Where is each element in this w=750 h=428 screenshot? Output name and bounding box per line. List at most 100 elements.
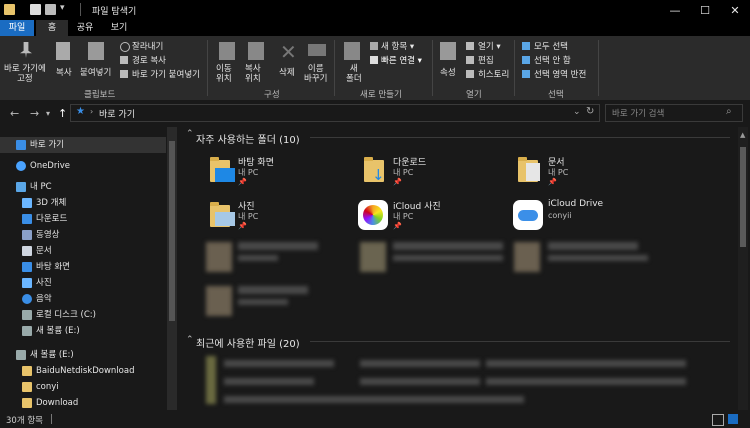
paste-button[interactable]: 붙여넣기 xyxy=(80,66,111,78)
main-scroll-thumb[interactable] xyxy=(740,147,746,247)
sidebar-item-downloads[interactable]: 다운로드 xyxy=(22,211,67,227)
sidebar-label: 로컬 디스크 (C:) xyxy=(36,310,96,320)
new-item-icon xyxy=(370,42,378,50)
photos-flower-icon xyxy=(363,205,383,225)
tab-view[interactable]: 보기 xyxy=(104,20,134,36)
blurred-text xyxy=(238,255,278,261)
new-folder-quick-icon[interactable] xyxy=(45,4,56,15)
status-divider xyxy=(51,414,52,424)
breadcrumb-chevron-icon: › xyxy=(90,107,94,116)
new-folder-button[interactable]: 새 폴더 xyxy=(346,64,362,84)
refresh-icon[interactable]: ↻ xyxy=(586,106,594,117)
blurred-text xyxy=(393,242,503,250)
sidebar-item-desktop[interactable]: 바탕 화면 xyxy=(22,259,70,275)
window-title: 파일 탐색기 xyxy=(92,7,137,17)
blurred-thumbnail xyxy=(514,242,540,272)
blurred-text xyxy=(393,255,503,261)
tab-home[interactable]: 홈 xyxy=(36,20,68,36)
copy-path-button[interactable]: 경로 복사 xyxy=(132,54,166,66)
cut-button[interactable]: 잘라내기 xyxy=(132,40,163,52)
search-box[interactable]: 바로 가기 검색 ⌕ xyxy=(605,104,743,122)
frequent-collapse-chevron-icon[interactable]: ⌃ xyxy=(186,129,194,139)
title-divider xyxy=(80,3,81,16)
up-arrow-icon[interactable]: ↑ xyxy=(58,107,67,120)
scroll-up-arrow-icon[interactable]: ▲ xyxy=(740,131,745,139)
pin-icon xyxy=(20,42,32,58)
ribbon: 바로 가기에 고정 복사 붙여넣기 잘라내기 경로 복사 바로 가기 붙여넣기 … xyxy=(0,36,750,101)
recent-files-header[interactable]: 최근에 사용한 파일 (20) xyxy=(196,335,300,350)
sidebar-item-volume-e[interactable]: 새 볼륨 (E:) xyxy=(22,323,80,339)
quick-access-dropdown-icon[interactable]: ▾ xyxy=(60,3,65,13)
edit-icon xyxy=(466,56,474,64)
sidebar-item-baidu-folder[interactable]: BaiduNetdiskDownload xyxy=(22,363,134,379)
star-icon xyxy=(16,140,26,150)
group-new-label: 새로 만들기 xyxy=(360,90,402,100)
sidebar-item-onedrive[interactable]: OneDrive xyxy=(16,158,70,174)
invert-selection-icon xyxy=(522,70,530,78)
move-to-button[interactable]: 이동 위치 xyxy=(216,64,232,84)
delete-button[interactable]: 삭제 xyxy=(279,66,295,78)
select-none-button[interactable]: 선택 안 함 xyxy=(534,54,571,66)
frequent-folders-header[interactable]: 자주 사용하는 폴더 (10) xyxy=(196,131,300,146)
edit-button[interactable]: 편집 xyxy=(478,54,494,66)
sidebar-item-videos[interactable]: 동영상 xyxy=(22,227,59,243)
sidebar-scrollbar[interactable] xyxy=(167,127,177,410)
invert-selection-button[interactable]: 선택 영역 반전 xyxy=(534,68,586,80)
maximize-button[interactable]: ☐ xyxy=(690,0,720,20)
group-open-label: 열기 xyxy=(466,90,482,100)
properties-quick-icon[interactable] xyxy=(30,4,41,15)
sidebar-label: OneDrive xyxy=(30,161,70,171)
properties-button[interactable]: 속성 xyxy=(440,66,456,78)
sidebar-item-local-disk-c[interactable]: 로컬 디스크 (C:) xyxy=(22,307,96,323)
recent-locations-chevron-icon[interactable]: ▾ xyxy=(46,109,50,118)
copy-to-button[interactable]: 복사 위치 xyxy=(245,64,261,84)
tab-file[interactable]: 파일 xyxy=(0,20,34,36)
blurred-text xyxy=(238,286,308,294)
tab-share[interactable]: 공유 xyxy=(70,20,100,36)
sidebar-item-download-folder[interactable]: Download xyxy=(22,395,78,411)
sidebar-label: 음악 xyxy=(36,294,52,304)
sidebar-item-music[interactable]: 음악 xyxy=(22,291,52,307)
copy-button[interactable]: 복사 xyxy=(56,66,72,78)
recent-collapse-chevron-icon[interactable]: ⌃ xyxy=(186,335,194,345)
tile-icloud-drive-location: conyii xyxy=(548,211,572,220)
sidebar-item-this-pc[interactable]: 내 PC xyxy=(16,179,52,195)
paste-icon xyxy=(88,42,104,60)
address-bar[interactable]: ★ › 바로 가기 ⌄ ↻ xyxy=(70,104,600,122)
close-button[interactable]: ✕ xyxy=(720,0,750,20)
pin-icon: 📌 xyxy=(238,178,247,186)
address-dropdown-icon[interactable]: ⌄ xyxy=(573,107,581,117)
breadcrumb[interactable]: 바로 가기 xyxy=(99,107,135,120)
history-button[interactable]: 히스토리 xyxy=(478,68,509,80)
picture-icon xyxy=(215,212,235,226)
easy-access-button[interactable]: 빠른 연결 ▾ xyxy=(381,54,422,66)
new-item-button[interactable]: 새 항목 ▾ xyxy=(381,40,414,52)
rename-button[interactable]: 이름 바꾸기 xyxy=(304,64,327,84)
sidebar-item-quick-access[interactable]: 바로 가기 xyxy=(16,137,64,153)
sidebar-item-volume-e-root[interactable]: 새 볼륨 (E:) xyxy=(16,347,74,363)
sidebar-label: BaiduNetdiskDownload xyxy=(36,366,135,376)
item-count: 30개 항목 xyxy=(6,416,43,426)
film-icon xyxy=(22,230,32,240)
select-all-button[interactable]: 모두 선택 xyxy=(534,40,568,52)
blurred-file-row xyxy=(224,396,524,403)
large-icons-view-icon[interactable] xyxy=(728,414,738,424)
ribbon-separator xyxy=(334,40,335,96)
delete-icon: ✕ xyxy=(280,40,297,64)
details-view-icon[interactable] xyxy=(712,414,724,426)
sidebar-item-pictures[interactable]: 사진 xyxy=(22,275,52,291)
sidebar-item-documents[interactable]: 문서 xyxy=(22,243,52,259)
forward-arrow-icon[interactable]: → xyxy=(30,107,39,120)
back-arrow-icon[interactable]: ← xyxy=(10,107,19,120)
sidebar-item-3d-objects[interactable]: 3D 개체 xyxy=(22,195,66,211)
music-note-icon xyxy=(22,294,32,304)
tile-icloud-drive-name[interactable]: iCloud Drive xyxy=(548,199,603,209)
sidebar-scroll-thumb[interactable] xyxy=(169,141,175,321)
minimize-button[interactable]: — xyxy=(660,0,690,20)
pin-to-quick-access-button[interactable]: 바로 가기에 고정 xyxy=(4,64,46,84)
open-button[interactable]: 열기 ▾ xyxy=(478,40,501,52)
sidebar-item-conyi-folder[interactable]: conyi xyxy=(22,379,59,395)
paste-shortcut-button[interactable]: 바로 가기 붙여넣기 xyxy=(132,68,200,80)
ribbon-separator xyxy=(432,40,433,96)
main-scrollbar[interactable]: ▲ xyxy=(738,127,748,410)
